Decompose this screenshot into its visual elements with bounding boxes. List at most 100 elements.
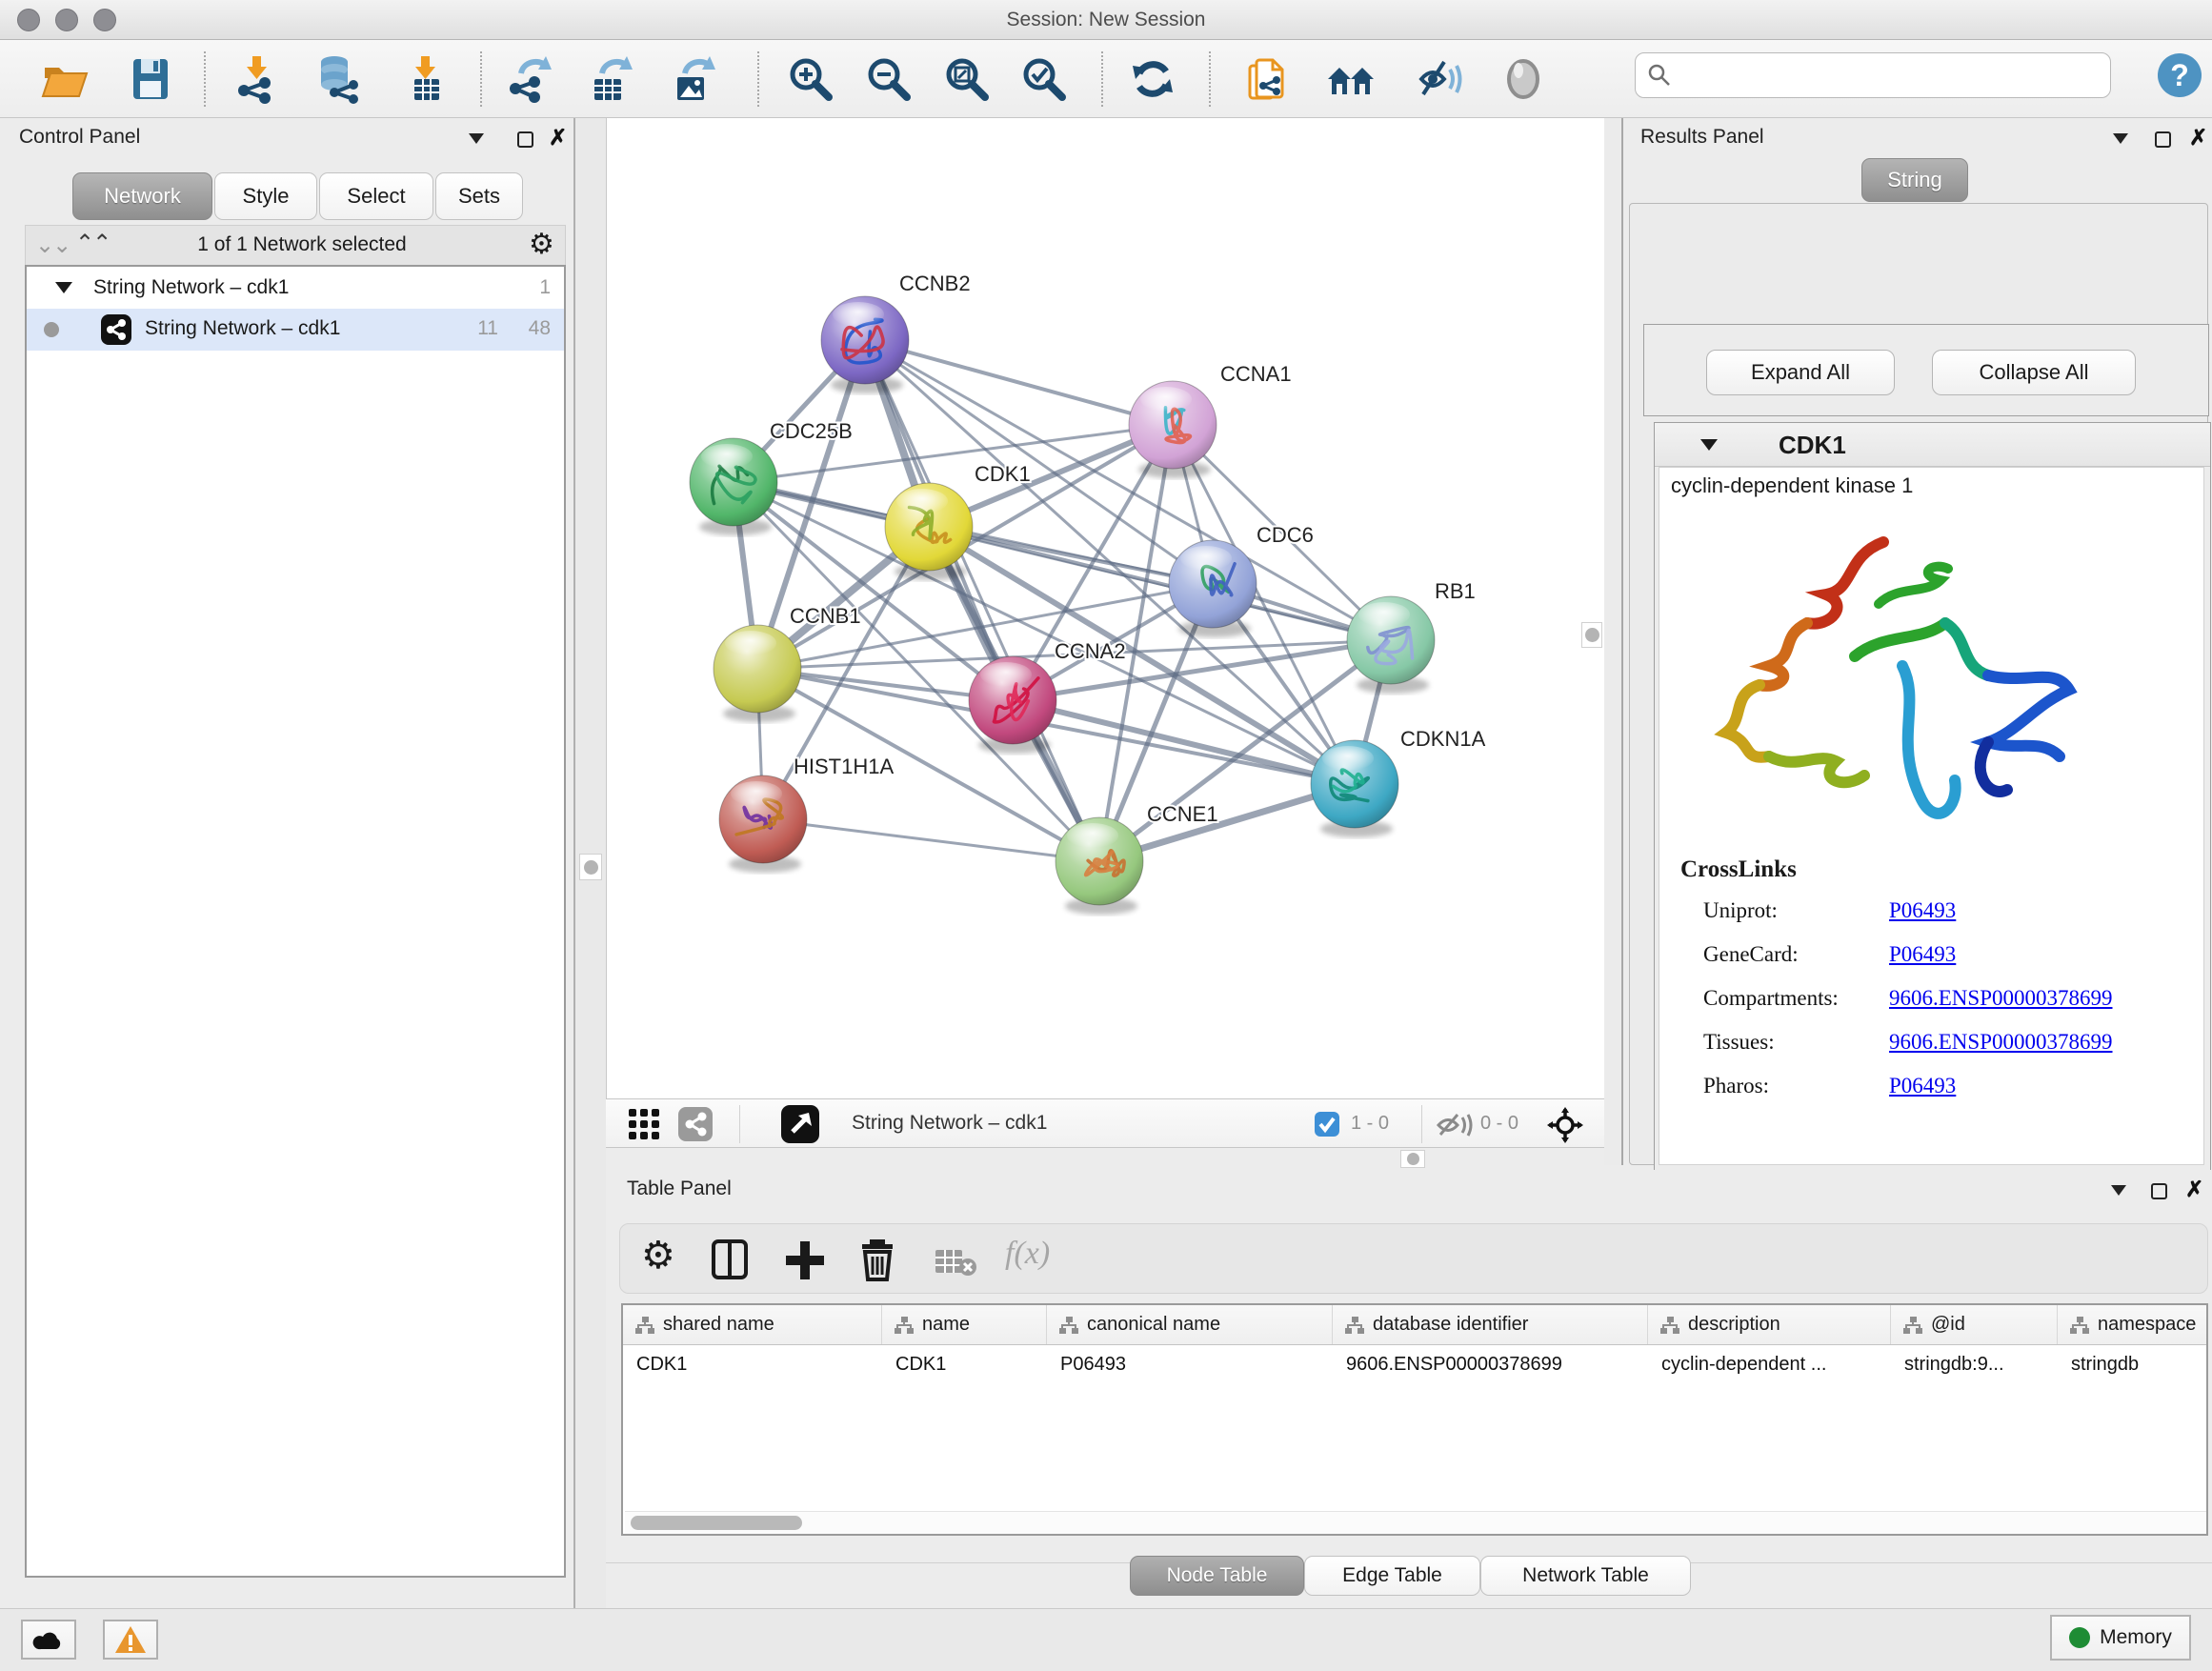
crosslink-pharos-link[interactable]: P06493	[1889, 1074, 1956, 1098]
network-edge-CCNB2-CCNE1[interactable]	[865, 340, 1099, 861]
eye-icon[interactable]	[1498, 54, 1548, 104]
crosshair-icon[interactable]	[1547, 1107, 1583, 1148]
float-panel-icon[interactable]	[2155, 131, 2171, 148]
tab-sets[interactable]: Sets	[435, 172, 523, 220]
float-panel-icon[interactable]	[517, 131, 533, 148]
column-header-shared-name[interactable]: shared name	[623, 1305, 882, 1344]
network-row-selected[interactable]: String Network – cdk1 11 48	[27, 309, 564, 351]
grid-view-icon[interactable]	[627, 1107, 663, 1148]
network-node-RB1[interactable]: RB1	[1347, 579, 1476, 694]
table-cell[interactable]: CDK1	[882, 1345, 1047, 1383]
hide-details-eye-icon[interactable]	[1416, 54, 1465, 104]
tab-network[interactable]: Network	[72, 172, 212, 220]
network-node-CDC25B[interactable]: CDC25B	[690, 419, 853, 535]
crosslink-compartments-link[interactable]: 9606.ENSP00000378699	[1889, 986, 2113, 1011]
column-header-namespace[interactable]: namespace	[2058, 1305, 2208, 1344]
tab-edge-table[interactable]: Edge Table	[1304, 1556, 1480, 1596]
add-column-icon[interactable]	[784, 1239, 826, 1286]
network-view-canvas[interactable]: CCNB2CCNA1CDC25BCDK1CDC6RB1CCNB1CCNA2CDK…	[606, 118, 1604, 1098]
search-input[interactable]	[1672, 65, 2091, 87]
tab-string[interactable]: String	[1861, 158, 1968, 202]
cloud-button[interactable]	[21, 1620, 76, 1660]
import-table-icon[interactable]	[401, 54, 451, 104]
function-builder-icon[interactable]: f(x)	[1005, 1236, 1050, 1272]
import-network-from-database-icon[interactable]	[313, 54, 363, 104]
table-cell[interactable]: P06493	[1047, 1345, 1333, 1383]
gene-expander-icon[interactable]	[1700, 439, 1718, 451]
column-header-description[interactable]: description	[1648, 1305, 1891, 1344]
network-node-CDKN1A[interactable]: CDKN1A	[1311, 727, 1486, 837]
show-columns-icon[interactable]	[712, 1239, 748, 1279]
network-view-share-icon[interactable]	[678, 1107, 713, 1141]
table-cell[interactable]: stringdb	[2058, 1345, 2208, 1383]
node-table[interactable]: shared namenamecanonical namedatabase id…	[621, 1303, 2208, 1536]
collapse-panel-icon[interactable]	[2113, 133, 2128, 144]
expand-all-button[interactable]: Expand All	[1706, 350, 1895, 395]
string-network-graph[interactable]: CCNB2CCNA1CDC25BCDK1CDC6RB1CCNB1CCNA2CDK…	[607, 118, 1605, 1098]
collapse-panel-icon[interactable]	[2111, 1185, 2126, 1196]
horizontal-splitter-handle[interactable]	[1400, 1150, 1425, 1168]
tab-select[interactable]: Select	[319, 172, 433, 220]
table-cell[interactable]: cyclin-dependent ...	[1648, 1345, 1891, 1383]
crosslink-uniprot-link[interactable]: P06493	[1889, 898, 1956, 923]
gene-header[interactable]: CDK1	[1655, 423, 2210, 467]
crosslink-tissues-link[interactable]: 9606.ENSP00000378699	[1889, 1030, 2113, 1055]
export-network-icon[interactable]	[504, 54, 553, 104]
table-cell[interactable]: stringdb:9...	[1891, 1345, 2058, 1383]
save-session-icon[interactable]	[126, 54, 175, 104]
gear-icon[interactable]: ⚙	[529, 228, 554, 261]
table-cell[interactable]: CDK1	[623, 1345, 882, 1383]
selected-checkbox-icon[interactable]	[1315, 1112, 1339, 1137]
column-header-database-identifier[interactable]: database identifier	[1333, 1305, 1648, 1344]
expand-all-networks-icon[interactable]: ⌃⌃	[75, 230, 110, 257]
network-collection-row[interactable]: String Network – cdk1 1	[27, 269, 564, 309]
left-splitter[interactable]	[575, 118, 606, 1608]
tab-node-table[interactable]: Node Table	[1130, 1556, 1304, 1596]
refresh-view-icon[interactable]	[1128, 54, 1177, 104]
table-settings-gear-icon[interactable]: ⚙	[641, 1234, 675, 1278]
close-panel-icon[interactable]: ✗	[549, 130, 567, 146]
zoom-in-icon[interactable]	[786, 54, 835, 104]
import-network-icon[interactable]	[232, 54, 282, 104]
export-table-icon[interactable]	[585, 54, 634, 104]
close-panel-icon[interactable]: ✗	[2189, 130, 2207, 146]
zoom-fit-icon[interactable]	[942, 54, 992, 104]
close-panel-icon[interactable]: ✗	[2185, 1181, 2203, 1198]
table-hscrollbar[interactable]	[625, 1511, 2206, 1534]
tree-expander-icon[interactable]	[55, 282, 72, 293]
table-row[interactable]: CDK1CDK1P064939606.ENSP00000378699cyclin…	[623, 1345, 2206, 1383]
tab-style[interactable]: Style	[214, 172, 317, 220]
right-splitter-handle[interactable]	[1581, 622, 1602, 648]
float-panel-icon[interactable]	[2151, 1183, 2167, 1199]
collapse-panel-icon[interactable]	[469, 133, 484, 144]
open-in-new-window-icon[interactable]	[781, 1105, 819, 1143]
delete-table-icon[interactable]	[935, 1247, 978, 1282]
network-edge-HIST1H1A-CCNE1[interactable]	[763, 819, 1099, 861]
delete-column-trash-icon[interactable]	[856, 1238, 898, 1286]
warning-button[interactable]	[103, 1620, 158, 1660]
hidden-eye-icon[interactable]	[1437, 1112, 1473, 1143]
network-node-HIST1H1A[interactable]: HIST1H1A	[719, 755, 894, 873]
network-node-CCNB1[interactable]: CCNB1	[714, 604, 861, 722]
column-header-canonical-name[interactable]: canonical name	[1047, 1305, 1333, 1344]
column-header--id[interactable]: @id	[1891, 1305, 2058, 1344]
table-cell[interactable]: 9606.ENSP00000378699	[1333, 1345, 1648, 1383]
export-image-icon[interactable]	[668, 54, 717, 104]
left-splitter-handle[interactable]	[579, 854, 602, 880]
network-node-CCNB2[interactable]: CCNB2	[821, 272, 971, 393]
search-box[interactable]	[1635, 52, 2111, 98]
memory-button[interactable]: Memory	[2050, 1615, 2191, 1661]
tab-network-table[interactable]: Network Table	[1480, 1556, 1691, 1596]
share-document-icon[interactable]	[1243, 54, 1293, 104]
network-node-CDC6[interactable]: CDC6	[1169, 523, 1314, 637]
open-file-icon[interactable]	[40, 54, 90, 104]
collapse-all-button[interactable]: Collapse All	[1932, 350, 2136, 395]
zoom-out-icon[interactable]	[864, 54, 914, 104]
help-icon[interactable]: ?	[2155, 50, 2204, 100]
collapse-all-networks-icon[interactable]: ⌄⌄	[35, 232, 70, 259]
table-hscrollbar-thumb[interactable]	[631, 1516, 802, 1530]
right-splitter[interactable]	[1604, 118, 1621, 1165]
home-icon[interactable]	[1326, 54, 1376, 104]
crosslink-genecard-link[interactable]: P06493	[1889, 942, 1956, 967]
zoom-selected-icon[interactable]	[1019, 54, 1069, 104]
